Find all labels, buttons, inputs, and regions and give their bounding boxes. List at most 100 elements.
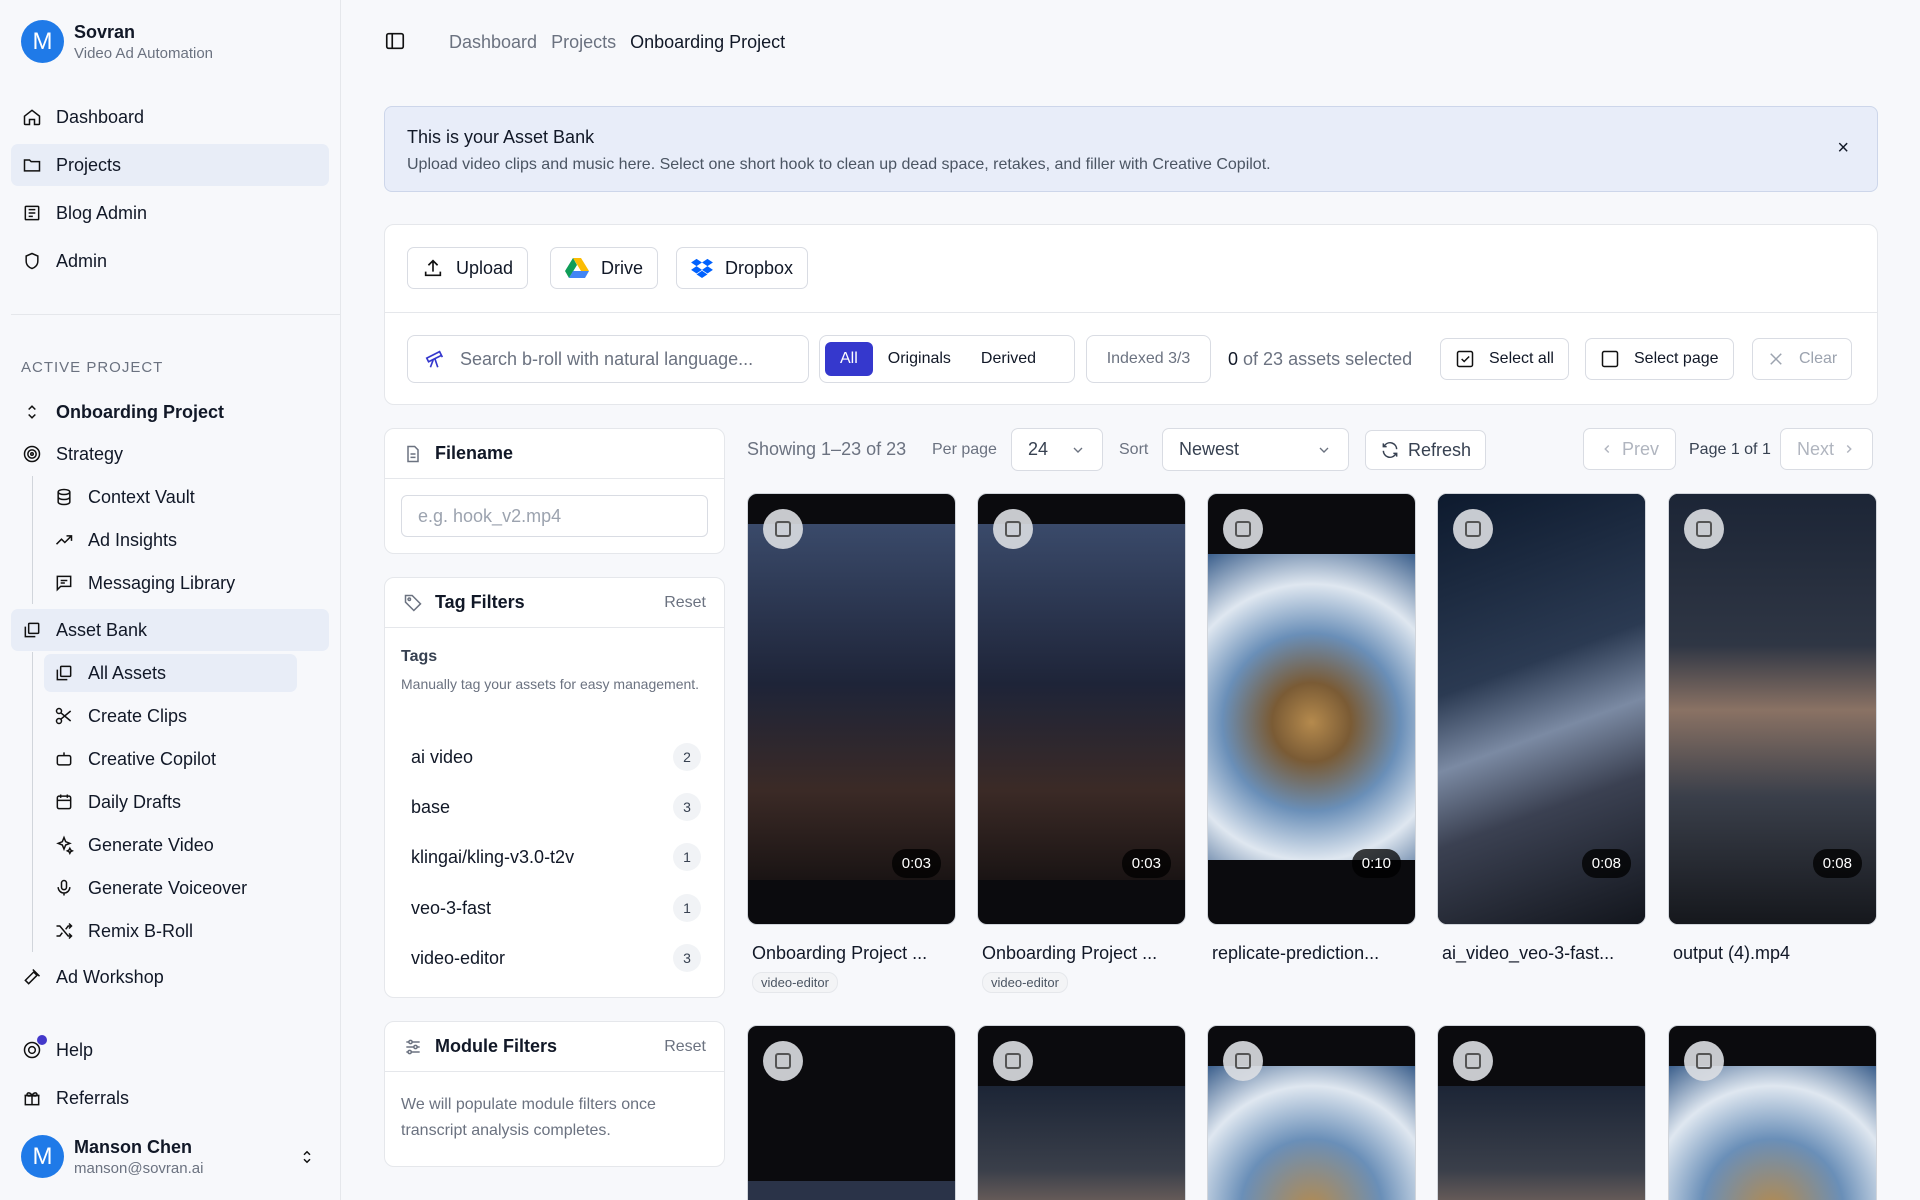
asset-title[interactable]: Onboarding Project ... <box>982 943 1157 964</box>
select-all-button[interactable]: Select all <box>1440 338 1569 380</box>
sidebar-item-projects[interactable]: Projects <box>11 144 329 186</box>
filter-originals[interactable]: Originals <box>873 342 966 376</box>
tag-reset-button[interactable]: Reset <box>664 594 706 612</box>
dropbox-icon <box>691 258 713 278</box>
sidebar-item-all-assets[interactable]: All Assets <box>44 654 297 692</box>
module-filters-title: Module Filters <box>435 1036 558 1056</box>
user-menu[interactable]: M Manson Chen manson@sovran.ai <box>21 1135 203 1178</box>
section-label: ACTIVE PROJECT <box>21 359 164 376</box>
select-checkbox[interactable] <box>763 509 803 549</box>
asset-card[interactable] <box>1668 1025 1877 1200</box>
select-checkbox[interactable] <box>1223 509 1263 549</box>
tag-filter-item[interactable]: klingai/kling-v3.0-t2v 1 <box>411 842 701 872</box>
selected-text: of 23 assets selected <box>1243 349 1413 369</box>
upload-button[interactable]: Upload <box>407 247 529 289</box>
asset-card[interactable]: 0:08 <box>1668 493 1877 925</box>
search-placeholder: Search b-roll with natural language... <box>460 348 754 369</box>
select-page-button[interactable]: Select page <box>1585 338 1734 380</box>
mic-icon <box>53 877 75 899</box>
sidebar-item-generate-video[interactable]: Generate Video <box>44 826 297 864</box>
select-page-label: Select page <box>1634 350 1719 367</box>
selection-count: 0 of 23 assets selected <box>1228 349 1412 370</box>
sidebar-item-generate-voiceover[interactable]: Generate Voiceover <box>44 869 297 907</box>
search-input[interactable]: Search b-roll with natural language... <box>407 335 809 383</box>
close-icon[interactable]: × <box>1837 137 1849 160</box>
tag-filter-item[interactable]: video-editor 3 <box>411 943 701 973</box>
copy-icon <box>53 662 75 684</box>
select-all-label: Select all <box>1489 350 1554 367</box>
user-name: Manson Chen <box>74 1136 193 1157</box>
next-page-button[interactable]: Next <box>1780 428 1874 470</box>
sidebar-item-help[interactable]: Help <box>11 1029 329 1071</box>
shuffle-icon <box>53 920 75 942</box>
sidebar-item-admin[interactable]: Admin <box>11 240 329 282</box>
asset-card[interactable]: 0:10 <box>1207 493 1416 925</box>
select-checkbox[interactable] <box>1453 1041 1493 1081</box>
asset-title[interactable]: replicate-prediction... <box>1212 943 1379 964</box>
module-reset-button[interactable]: Reset <box>664 1038 706 1056</box>
sidebar-item-label: Generate Voiceover <box>88 877 248 898</box>
asset-card[interactable] <box>747 1025 956 1200</box>
sidebar-toggle-icon[interactable] <box>384 30 408 54</box>
sidebar-item-create-clips[interactable]: Create Clips <box>44 697 297 735</box>
select-checkbox[interactable] <box>1684 509 1724 549</box>
sidebar-item-label: Daily Drafts <box>88 791 182 812</box>
sidebar-item-messaging-library[interactable]: Messaging Library <box>44 564 297 602</box>
select-checkbox[interactable] <box>1223 1041 1263 1081</box>
chevron-down-icon <box>1070 442 1086 458</box>
sidebar-item-referrals[interactable]: Referrals <box>11 1077 329 1119</box>
select-checkbox[interactable] <box>1453 509 1493 549</box>
home-icon <box>21 106 43 128</box>
sidebar-item-ad-insights[interactable]: Ad Insights <box>44 521 297 559</box>
brand[interactable]: M Sovran Video Ad Automation <box>21 20 213 63</box>
asset-title[interactable]: ai_video_veo-3-fast... <box>1442 943 1614 964</box>
sidebar-item-creative-copilot[interactable]: Creative Copilot <box>44 740 297 778</box>
asset-title[interactable]: Onboarding Project ... <box>752 943 927 964</box>
breadcrumb-dashboard[interactable]: Dashboard <box>449 32 537 53</box>
tag-count: 3 <box>673 944 701 972</box>
project-switcher[interactable]: Onboarding Project <box>11 391 329 433</box>
chevron-right-icon <box>1842 442 1856 456</box>
select-checkbox[interactable] <box>763 1041 803 1081</box>
asset-card[interactable] <box>977 1025 1186 1200</box>
per-page-value: 24 <box>1028 439 1049 459</box>
tag-filter-item[interactable]: veo-3-fast 1 <box>411 893 701 923</box>
chevrons-up-down-icon[interactable] <box>298 1146 316 1173</box>
sidebar: M Sovran Video Ad Automation Dashboard P… <box>0 0 341 1200</box>
select-checkbox[interactable] <box>1684 1041 1724 1081</box>
asset-card[interactable]: 0:03 <box>747 493 956 925</box>
filename-placeholder: e.g. hook_v2.mp4 <box>418 505 562 526</box>
chevron-down-icon <box>1316 442 1332 458</box>
asset-title[interactable]: output (4).mp4 <box>1673 943 1790 964</box>
sidebar-item-asset-bank[interactable]: Asset Bank <box>11 609 329 651</box>
filter-derived[interactable]: Derived <box>966 342 1051 376</box>
sidebar-item-blog-admin[interactable]: Blog Admin <box>11 192 329 234</box>
sidebar-item-dashboard[interactable]: Dashboard <box>11 96 329 138</box>
sidebar-item-ad-workshop[interactable]: Ad Workshop <box>11 956 329 998</box>
filename-input[interactable]: e.g. hook_v2.mp4 <box>401 495 708 537</box>
sidebar-item-label: Context Vault <box>88 486 195 507</box>
asset-card[interactable]: 0:03 <box>977 493 1186 925</box>
sidebar-item-remix-broll[interactable]: Remix B-Roll <box>44 912 297 950</box>
video-thumbnail <box>978 524 1185 880</box>
tag-filter-item[interactable]: ai video 2 <box>411 742 701 772</box>
sidebar-item-daily-drafts[interactable]: Daily Drafts <box>44 783 297 821</box>
filter-all[interactable]: All <box>825 342 873 376</box>
asset-card[interactable] <box>1437 1025 1646 1200</box>
tag-filter-item[interactable]: base 3 <box>411 792 701 822</box>
sidebar-item-context-vault[interactable]: Context Vault <box>44 478 297 516</box>
select-checkbox[interactable] <box>993 509 1033 549</box>
refresh-button[interactable]: Refresh <box>1365 430 1487 470</box>
toolbar-card: Upload Drive Dropbox Search b-roll with … <box>384 224 1878 405</box>
per-page-select[interactable]: 24 <box>1011 428 1103 471</box>
dropbox-button[interactable]: Dropbox <box>676 247 809 289</box>
sidebar-item-strategy[interactable]: Strategy <box>11 433 329 475</box>
clear-button[interactable]: Clear <box>1752 338 1853 380</box>
asset-card[interactable]: 0:08 <box>1437 493 1646 925</box>
prev-page-button[interactable]: Prev <box>1583 428 1677 470</box>
select-checkbox[interactable] <box>993 1041 1033 1081</box>
asset-card[interactable] <box>1207 1025 1416 1200</box>
breadcrumb-projects[interactable]: Projects <box>551 32 616 53</box>
drive-button[interactable]: Drive <box>550 247 659 289</box>
sort-select[interactable]: Newest <box>1162 428 1349 471</box>
